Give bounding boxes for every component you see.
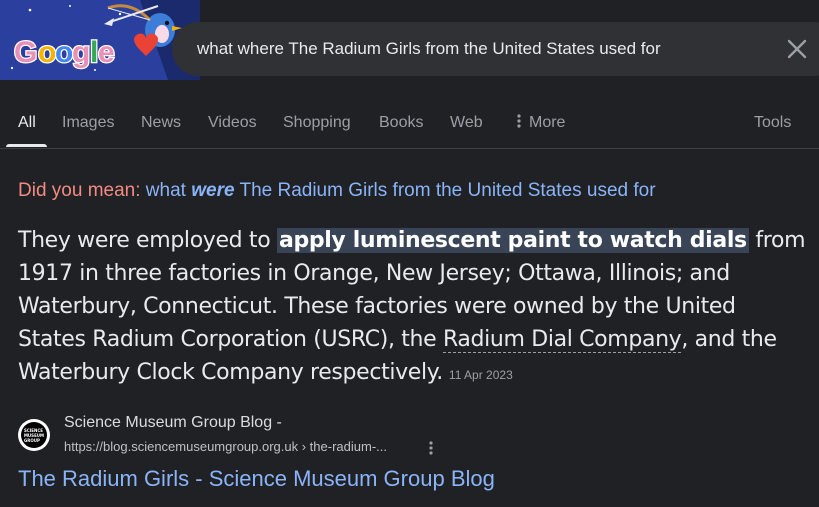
close-icon bbox=[787, 39, 807, 59]
clear-search-button[interactable] bbox=[784, 36, 810, 62]
google-doodle-logo[interactable]: G o o g l e bbox=[0, 0, 200, 80]
search-tabs: All Images News Videos Shopping Books We… bbox=[0, 98, 819, 149]
svg-text:o: o bbox=[38, 36, 56, 69]
tab-videos[interactable]: Videos bbox=[208, 114, 257, 132]
site-favicon[interactable]: SCIENCE MUSEUM GROUP bbox=[18, 419, 50, 451]
svg-text:g: g bbox=[72, 36, 90, 69]
search-input[interactable] bbox=[197, 22, 757, 76]
tab-more[interactable]: More bbox=[517, 114, 565, 132]
radium-dial-company-link[interactable]: Radium Dial Company bbox=[442, 327, 682, 353]
snippet-text-1: They were employed to bbox=[18, 228, 277, 253]
did-you-mean-label: Did you mean: bbox=[18, 180, 141, 201]
svg-text:G: G bbox=[14, 36, 37, 69]
did-you-mean: Did you mean: what were The Radium Girls… bbox=[18, 180, 656, 202]
suggestion-after: The Radium Girls from the United States … bbox=[234, 180, 656, 201]
snippet-date: 11 Apr 2023 bbox=[448, 368, 513, 382]
tab-books[interactable]: Books bbox=[379, 114, 423, 132]
tab-more-label: More bbox=[529, 114, 566, 131]
did-you-mean-suggestion-link[interactable]: what were The Radium Girls from the Unit… bbox=[146, 180, 656, 201]
header: G o o g l e bbox=[0, 0, 819, 100]
suggestion-correction: were bbox=[191, 180, 235, 201]
tab-shopping[interactable]: Shopping bbox=[283, 114, 351, 132]
featured-snippet: They were employed to apply luminescent … bbox=[18, 224, 808, 392]
tab-images[interactable]: Images bbox=[62, 114, 114, 132]
result-url[interactable]: https://blog.sciencemuseumgroup.org.uk ›… bbox=[64, 439, 387, 454]
more-vert-icon bbox=[517, 114, 521, 128]
more-vert-icon bbox=[429, 441, 433, 455]
tab-all[interactable]: All bbox=[18, 114, 36, 132]
active-tab-indicator bbox=[6, 144, 47, 147]
tab-web[interactable]: Web bbox=[450, 114, 483, 132]
svg-text:o: o bbox=[55, 36, 73, 69]
result-options-button[interactable] bbox=[424, 438, 438, 458]
snippet-highlight: apply luminescent paint to watch dials bbox=[276, 228, 749, 253]
tools-button[interactable]: Tools bbox=[754, 114, 791, 132]
search-box[interactable] bbox=[172, 22, 819, 76]
svg-text:e: e bbox=[98, 36, 115, 69]
result-title-link[interactable]: The Radium Girls - Science Museum Group … bbox=[18, 466, 495, 492]
tab-news[interactable]: News bbox=[141, 114, 181, 132]
suggestion-before: what bbox=[145, 180, 192, 201]
science-museum-group-logo: SCIENCE MUSEUM GROUP bbox=[21, 422, 47, 448]
result-site-name[interactable]: Science Museum Group Blog - bbox=[64, 414, 282, 432]
